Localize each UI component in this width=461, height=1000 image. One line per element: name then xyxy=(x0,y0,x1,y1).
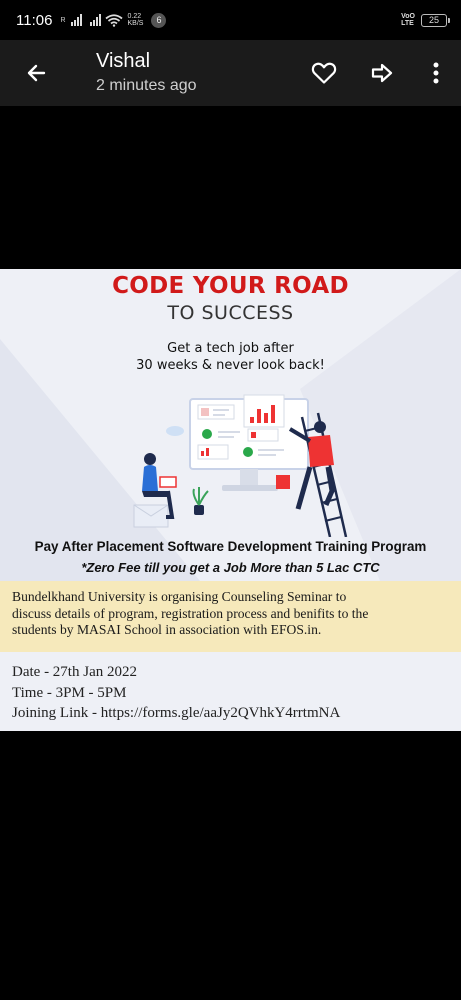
app-bar-actions xyxy=(295,40,461,106)
roaming-indicator: R xyxy=(60,16,66,24)
network-speed-unit: KB/S xyxy=(127,20,144,27)
status-bar: 11:06 R 0.22 KB/S 6 VoO LTE 25 xyxy=(0,0,461,40)
status-time: 11:06 xyxy=(16,11,53,29)
battery-level: 25 xyxy=(428,15,439,25)
event-date: Date - 27th Jan 2022 xyxy=(12,664,137,680)
seminar-announcement-box: Bundelkhand University is organising Cou… xyxy=(0,581,461,652)
seminar-line-2: discuss details of program, registration… xyxy=(12,605,369,621)
tagline-line-2: 30 weeks & never look back! xyxy=(136,358,325,373)
more-vert-icon xyxy=(433,62,439,84)
network-speed-value: 0.22 xyxy=(127,13,142,20)
poster-subheadline: TO SUCCESS xyxy=(167,302,294,324)
event-details: Date - 27th Jan 2022 Time - 3PM - 5PM Jo… xyxy=(12,662,461,724)
back-button[interactable] xyxy=(4,40,68,106)
seminar-line-3: students by MASAI School in association … xyxy=(12,622,322,637)
poster-headline: CODE YOUR ROAD xyxy=(112,273,349,299)
battery-icon: 25 xyxy=(421,13,450,27)
favorite-button[interactable] xyxy=(295,40,353,106)
chat-title-block[interactable]: Vishal 2 minutes ago xyxy=(96,49,197,97)
fee-note: *Zero Fee till you get a Job More than 5… xyxy=(81,560,380,575)
volte-line1: VoO xyxy=(401,13,415,20)
tagline-line-1: Get a tech job after xyxy=(167,341,294,356)
tech-job-illustration xyxy=(133,394,348,537)
sent-timestamp: 2 minutes ago xyxy=(96,77,197,94)
poster-tagline: Get a tech job after 30 weeks & never lo… xyxy=(0,340,461,374)
forward-arrow-icon xyxy=(371,63,393,83)
app-bar: Vishal 2 minutes ago xyxy=(0,40,461,106)
signal-2-icon xyxy=(89,14,101,26)
wifi-icon xyxy=(104,13,123,27)
network-speed: 0.22 KB/S xyxy=(128,13,144,27)
event-time: Time - 3PM - 5PM xyxy=(12,684,127,701)
volte-icon: VoO LTE xyxy=(401,13,415,27)
forward-button[interactable] xyxy=(353,40,411,106)
arrow-left-icon xyxy=(27,64,46,82)
status-left-icons: R 0.22 KB/S 6 xyxy=(60,12,167,28)
program-title: Pay After Placement Software Development… xyxy=(34,539,427,554)
joining-link: Joining Link - https://forms.gle/aaJy2QV… xyxy=(12,705,341,721)
heart-outline-icon xyxy=(311,62,337,84)
sender-name: Vishal xyxy=(96,50,151,72)
more-options-button[interactable] xyxy=(411,40,461,106)
shared-image[interactable]: CODE YOUR ROAD TO SUCCESS Get a tech job… xyxy=(0,269,461,731)
notification-count-badge: 6 xyxy=(151,12,167,28)
status-right-icons: VoO LTE 25 xyxy=(401,13,450,27)
seminar-line-1: Bundelkhand University is organising Cou… xyxy=(12,589,347,604)
signal-icon xyxy=(70,14,82,26)
volte-line2: LTE xyxy=(401,20,414,27)
